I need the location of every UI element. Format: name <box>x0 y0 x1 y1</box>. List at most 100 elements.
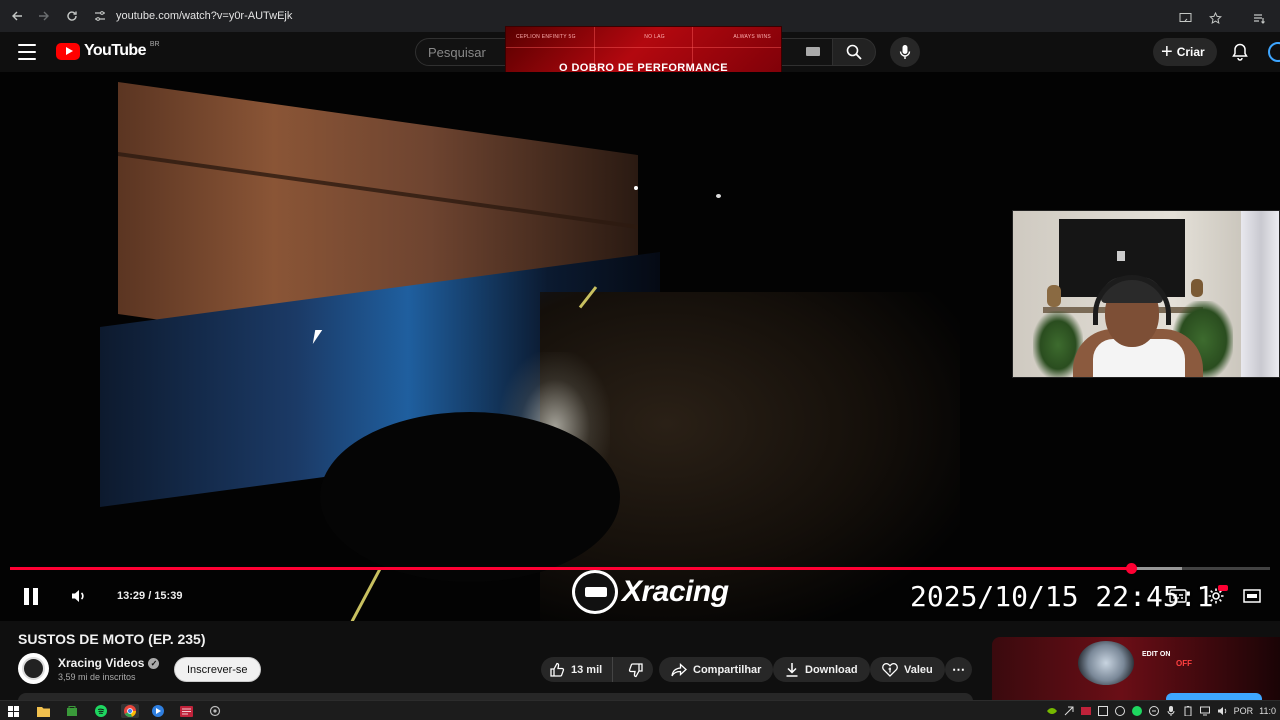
windows-start-icon[interactable] <box>6 704 20 718</box>
reload-icon[interactable] <box>58 2 86 30</box>
time-display: 13:29 / 15:39 <box>117 580 182 612</box>
create-label: Criar <box>1176 45 1205 59</box>
search-button[interactable] <box>832 38 876 66</box>
file-explorer-icon[interactable] <box>36 704 50 718</box>
tray-app-icon[interactable] <box>1115 706 1126 717</box>
download-icon <box>786 663 798 677</box>
ad-tags: CEPLION ENFINITY 5G NO LAG ALWAYS WINS <box>516 34 771 40</box>
app-red-icon[interactable] <box>179 704 193 718</box>
more-actions-button[interactable]: ⋯ <box>945 657 972 682</box>
app-blue-icon[interactable] <box>151 704 165 718</box>
pause-button[interactable] <box>16 580 46 612</box>
windows-taskbar: POR 11:0 <box>0 700 1280 720</box>
download-label: Download <box>805 663 858 676</box>
webcam-owl-figure <box>1047 285 1061 307</box>
like-count: 13 mil <box>571 663 603 676</box>
tray-arrow-icon[interactable] <box>1064 706 1075 717</box>
more-icon: ⋯ <box>952 661 965 677</box>
webcam-overlay <box>1012 210 1280 378</box>
share-button[interactable]: Compartilhar <box>659 657 774 682</box>
network-icon[interactable] <box>1200 706 1211 717</box>
ad-tag: CEPLION ENFINITY 5G <box>516 34 576 40</box>
spotify-icon[interactable] <box>94 704 108 718</box>
logo-text: YouTube <box>84 42 146 59</box>
theater-icon <box>1243 589 1261 603</box>
tray-app-icon[interactable] <box>1149 706 1160 717</box>
menu-icon[interactable] <box>18 44 36 60</box>
sidebar-thumb-tag: EDIT ON <box>1142 651 1171 658</box>
bookmark-star-icon[interactable] <box>1204 4 1226 32</box>
back-icon[interactable] <box>3 2 31 30</box>
channel-name[interactable]: Xracing Videos <box>58 656 144 670</box>
microphone-tray-icon[interactable] <box>1166 706 1177 717</box>
webcam-curtain <box>1241 211 1279 377</box>
xracing-watermark: Xracing <box>572 568 729 616</box>
ad-tag: NO LAG <box>644 34 665 40</box>
sidebar-ad-thumbnail[interactable]: EDIT ON OFF <box>992 637 1280 701</box>
ad-tag: ALWAYS WINS <box>733 34 771 40</box>
url-text: youtube.com/watch?v=y0r-AUTwEjk <box>116 10 293 22</box>
xbox-icon[interactable] <box>65 704 79 718</box>
subscriber-count: 3,59 mi de inscritos <box>58 672 136 682</box>
screen: youtube.com/watch?v=y0r-AUTwEjk YouTube … <box>0 0 1280 720</box>
plus-icon: + <box>1161 41 1173 63</box>
xracing-watermark-text: Xracing <box>622 575 729 608</box>
download-button[interactable]: Download <box>773 657 870 682</box>
webcam-owl-figure <box>1191 279 1203 297</box>
keyboard-icon[interactable] <box>806 47 820 56</box>
video-scene-mirror <box>320 412 620 582</box>
thumbs-down-icon <box>628 662 643 677</box>
share-label: Compartilhar <box>693 663 762 676</box>
dislike-button[interactable] <box>619 657 653 682</box>
region-code: BR <box>149 40 160 48</box>
ad-gridline <box>506 47 781 48</box>
language-indicator[interactable]: POR <box>1234 706 1254 716</box>
tray-app-icon[interactable] <box>1081 706 1092 717</box>
site-settings-icon[interactable] <box>92 8 108 24</box>
search-icon <box>846 44 862 60</box>
cast-icon[interactable] <box>1174 4 1196 32</box>
sidebar-thumb-tag: OFF <box>1176 659 1192 668</box>
chrome-icon[interactable] <box>121 704 139 718</box>
verified-icon: ✓ <box>148 657 160 669</box>
super-thanks-icon <box>882 663 898 677</box>
nvidia-icon[interactable] <box>1047 706 1058 717</box>
volume-icon <box>72 590 84 602</box>
forward-icon[interactable] <box>30 2 58 30</box>
volume-button[interactable] <box>66 580 92 612</box>
like-dislike-group: 13 mil <box>541 657 653 682</box>
thanks-label: Valeu <box>904 663 933 676</box>
speaker-icon[interactable] <box>1217 706 1228 717</box>
clock[interactable]: 11:0 <box>1259 706 1276 716</box>
video-info: SUSTOS DE MOTO (EP. 235) Xracing Videos … <box>0 621 1280 701</box>
spotify-tray-icon[interactable] <box>1132 706 1143 717</box>
channel-avatar[interactable] <box>18 653 49 684</box>
share-icon <box>671 662 687 676</box>
browser-actions <box>1174 4 1270 32</box>
pause-icon <box>24 587 38 605</box>
video-scene-light <box>634 186 638 190</box>
bell-icon <box>1232 43 1248 61</box>
thanks-button[interactable]: Valeu <box>870 657 945 682</box>
subscribe-button[interactable]: Inscrever-se <box>174 657 261 682</box>
theater-mode-button[interactable] <box>1240 580 1264 612</box>
create-button[interactable]: + Criar <box>1153 38 1217 66</box>
like-button[interactable]: 13 mil <box>541 657 613 682</box>
notifications-button[interactable] <box>1228 40 1252 64</box>
webcam-tv-frame <box>1117 251 1125 261</box>
settings-app-icon[interactable] <box>208 704 222 718</box>
tray-app-icon[interactable] <box>1098 706 1109 717</box>
youtube-logo[interactable]: YouTube BR <box>56 40 160 60</box>
reading-list-icon[interactable] <box>1248 4 1270 32</box>
spartan-helmet-icon <box>572 570 618 614</box>
channel-name-row[interactable]: Xracing Videos ✓ <box>58 656 160 670</box>
time-text: 13:29 / 15:39 <box>117 590 183 602</box>
hd-badge <box>1218 585 1228 591</box>
microphone-icon <box>899 45 911 59</box>
voice-search-button[interactable] <box>890 37 920 67</box>
battery-icon[interactable] <box>1183 706 1194 717</box>
progress-played <box>10 567 1132 570</box>
video-datestamp: 2025/10/15 22:45:1 <box>910 580 1214 613</box>
address-bar[interactable]: youtube.com/watch?v=y0r-AUTwEjk <box>92 4 1232 28</box>
system-tray: POR 11:0 <box>1047 703 1276 719</box>
